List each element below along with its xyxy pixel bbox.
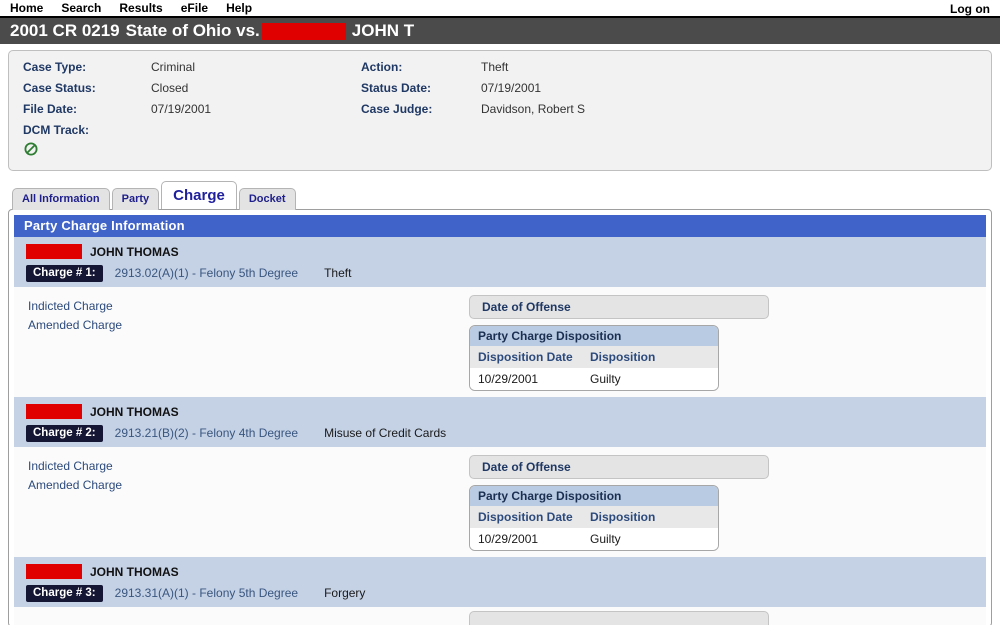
disposition-date-column-header: Disposition Date	[478, 510, 573, 524]
charge-statute: 2913.21(B)(2) - Felony 4th Degree	[114, 426, 299, 440]
disposition-table-title: Party Charge Disposition	[470, 486, 718, 506]
case-type-label: Case Type:	[23, 60, 87, 74]
charge-block: JOHN THOMAS Charge # 2: 2913.21(B)(2) - …	[14, 397, 986, 557]
case-info-row: DCM Track:	[23, 123, 991, 144]
tab-bar: All Information Party Charge Docket	[0, 181, 1000, 210]
charge-right-column: Date of Offense Party Charge Disposition…	[469, 295, 779, 391]
charge-header: JOHN THOMAS Charge # 1: 2913.02(A)(1) - …	[14, 237, 986, 287]
party-charge-disposition-table: Party Charge Disposition Disposition Dat…	[469, 325, 719, 391]
nav-link-results[interactable]: Results	[119, 0, 162, 16]
case-info-row: Case Status: Closed Status Date: 07/19/2…	[23, 81, 991, 102]
date-of-offense-box: Date of Offense	[469, 295, 769, 319]
date-of-offense-box: Date of Offense	[469, 455, 769, 479]
disposition-date-column-header: Disposition Date	[478, 350, 573, 364]
charge-block: JOHN THOMAS Charge # 3: 2913.31(A)(1) - …	[14, 557, 986, 625]
tab-party[interactable]: Party	[111, 188, 160, 210]
case-info-row: File Date: 07/19/2001 Case Judge: Davids…	[23, 102, 991, 123]
table-row: 10/29/2001 Guilty	[470, 528, 718, 550]
charge-statute: 2913.31(A)(1) - Felony 5th Degree	[114, 586, 299, 600]
charge-right-column	[469, 611, 779, 625]
tab-all-information[interactable]: All Information	[12, 188, 110, 210]
nav-link-help[interactable]: Help	[226, 0, 252, 16]
charge-block: JOHN THOMAS Charge # 1: 2913.02(A)(1) - …	[14, 237, 986, 397]
case-number: 2001 CR 0219	[10, 21, 120, 40]
tab-charge[interactable]: Charge	[161, 181, 237, 209]
nav-link-search[interactable]: Search	[61, 0, 101, 16]
dcm-track-label: DCM Track:	[23, 123, 90, 137]
disposition-date-cell: 10/29/2001	[478, 532, 539, 546]
charge-party-name: JOHN THOMAS	[90, 564, 179, 579]
case-info-wrapper: Case Type: Criminal Action: Theft Case S…	[0, 44, 1000, 171]
case-info-row: Case Type: Criminal Action: Theft	[23, 60, 991, 81]
charge-number-badge: Charge # 1:	[26, 264, 103, 282]
charge-statute: 2913.02(A)(1) - Felony 5th Degree	[114, 266, 299, 280]
nav-link-efile[interactable]: eFile	[181, 0, 208, 16]
file-date-value: 07/19/2001	[151, 102, 212, 116]
charge-body: Indicted Charge Amended Charge Date of O…	[14, 447, 986, 557]
charge-number-badge: Charge # 3:	[26, 584, 103, 602]
log-on-link[interactable]: Log on	[950, 1, 990, 17]
charge-body: Indicted Charge Amended Charge Date of O…	[14, 287, 986, 397]
nav-link-home[interactable]: Home	[10, 0, 43, 16]
disposition-column-header: Disposition	[590, 350, 656, 364]
case-info-panel: Case Type: Criminal Action: Theft Case S…	[8, 50, 992, 171]
panel-header-title: Party Charge Information	[14, 215, 986, 237]
charge-party-line: JOHN THOMAS	[26, 243, 986, 260]
disposition-cell: Guilty	[590, 532, 621, 546]
charge-panel: Party Charge Information JOHN THOMAS Cha…	[8, 209, 992, 625]
disposition-cell: Guilty	[590, 372, 621, 386]
charge-header: JOHN THOMAS Charge # 2: 2913.21(B)(2) - …	[14, 397, 986, 447]
charge-description: Misuse of Credit Cards	[324, 426, 447, 440]
redacted-name-block	[26, 564, 82, 579]
case-title-bar: 2001 CR 0219 State of Ohio vs. JOHN T	[0, 18, 1000, 44]
charge-body	[14, 607, 986, 625]
disposition-date-cell: 10/29/2001	[478, 372, 539, 386]
charge-party-line: JOHN THOMAS	[26, 563, 986, 580]
case-judge-value: Davidson, Robert S	[481, 102, 586, 116]
status-date-label: Status Date:	[361, 81, 432, 95]
main-panel-wrapper: Party Charge Information JOHN THOMAS Cha…	[0, 209, 1000, 625]
charge-party-name: JOHN THOMAS	[90, 244, 179, 259]
charge-summary-line: Charge # 3: 2913.31(A)(1) - Felony 5th D…	[26, 584, 986, 602]
nav-links: Home Search Results eFile Help	[10, 0, 252, 16]
case-type-value: Criminal	[151, 60, 196, 74]
charge-header: JOHN THOMAS Charge # 3: 2913.31(A)(1) - …	[14, 557, 986, 607]
disposition-column-header: Disposition	[590, 510, 656, 524]
file-date-label: File Date:	[23, 102, 78, 116]
charge-description: Forgery	[324, 586, 366, 600]
redacted-name-block	[261, 22, 346, 40]
charge-summary-line: Charge # 2: 2913.21(B)(2) - Felony 4th D…	[26, 424, 986, 442]
charge-party-name: JOHN THOMAS	[90, 404, 179, 419]
party-first-name: JOHN T	[351, 21, 415, 40]
prohibited-icon	[24, 142, 38, 156]
case-status-label: Case Status:	[23, 81, 96, 95]
action-label: Action:	[361, 60, 403, 74]
case-judge-label: Case Judge:	[361, 102, 433, 116]
date-of-offense-box	[469, 611, 769, 625]
top-navigation-bar: Home Search Results eFile Help Log on	[0, 0, 1000, 18]
charge-right-column: Date of Offense Party Charge Disposition…	[469, 455, 779, 551]
disposition-table-header-row: Disposition Date Disposition	[470, 506, 718, 528]
disposition-table-header-row: Disposition Date Disposition	[470, 346, 718, 368]
status-date-value: 07/19/2001	[481, 81, 542, 95]
case-status-value: Closed	[151, 81, 189, 95]
redacted-name-block	[26, 244, 82, 259]
charge-party-line: JOHN THOMAS	[26, 403, 986, 420]
tab-docket[interactable]: Docket	[238, 188, 296, 210]
disposition-table-title: Party Charge Disposition	[470, 326, 718, 346]
redacted-name-block	[26, 404, 82, 419]
charge-summary-line: Charge # 1: 2913.02(A)(1) - Felony 5th D…	[26, 264, 986, 282]
charge-number-badge: Charge # 2:	[26, 424, 103, 442]
party-charge-disposition-table: Party Charge Disposition Disposition Dat…	[469, 485, 719, 551]
action-value: Theft	[481, 60, 509, 74]
charge-description: Theft	[324, 266, 352, 280]
case-caption: State of Ohio vs.	[125, 21, 260, 40]
table-row: 10/29/2001 Guilty	[470, 368, 718, 390]
